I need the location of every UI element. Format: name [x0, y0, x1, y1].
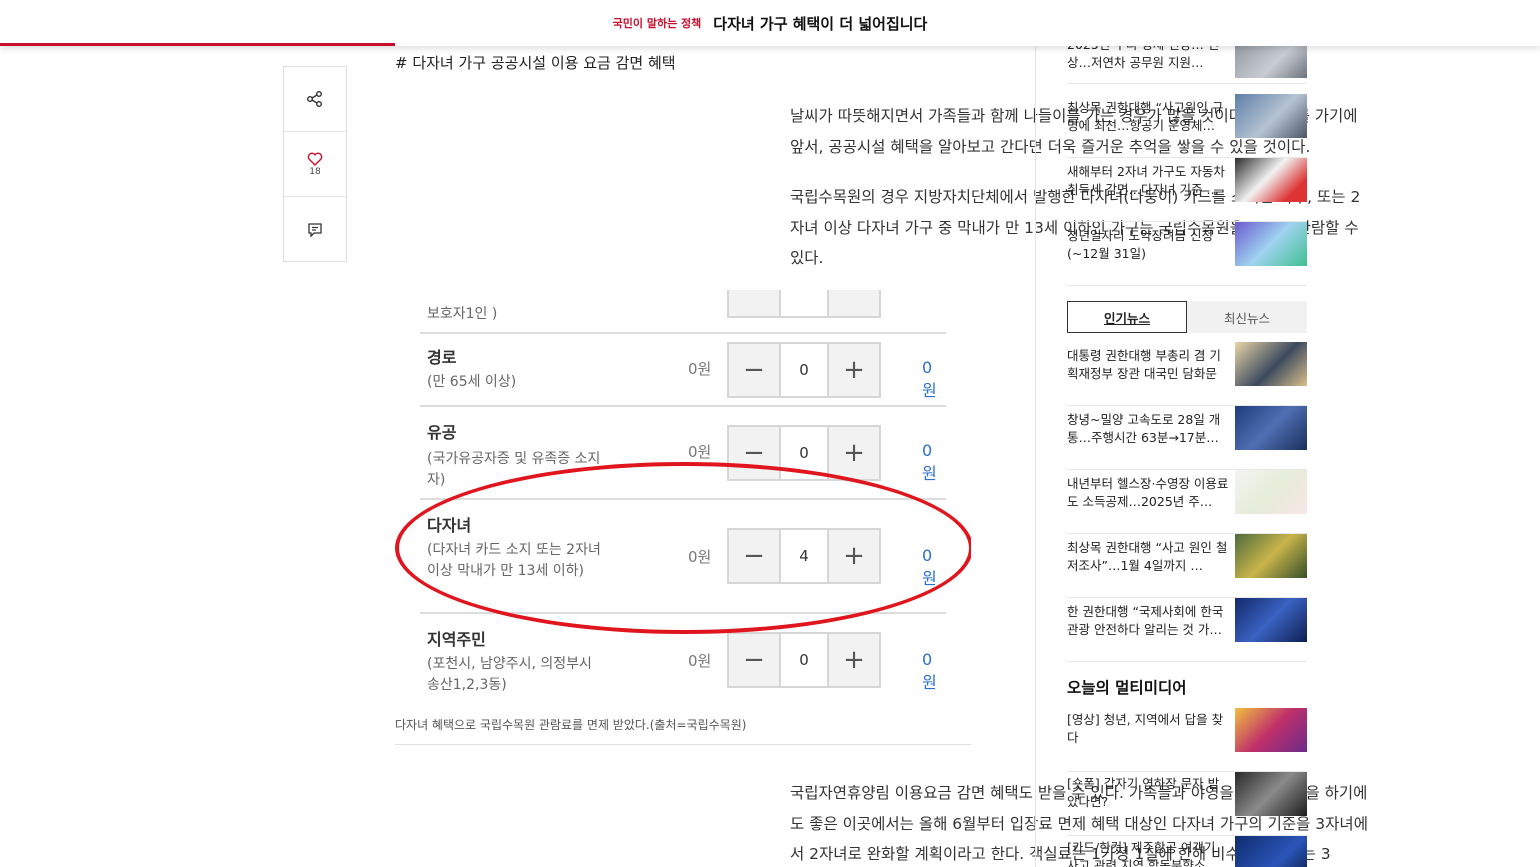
news-thumbnail	[1235, 94, 1307, 138]
row-price: 0원	[688, 652, 712, 670]
row-name: 지역주민	[427, 630, 486, 649]
quantity-value: 0	[779, 344, 829, 396]
ticket-row: 경로 (만 65세 이상) 0원 − 0 + 0원	[420, 334, 946, 407]
news-thumbnail	[1235, 470, 1307, 514]
sidebar-news-item[interactable]: 새해부터 2자녀 가구도 자동차 취득세 감면…다자녀 기준 …	[1067, 158, 1307, 222]
share-toolbar: 18	[283, 66, 347, 262]
row-desc: (다자녀 카드 소지 또는 2자녀 이상 막내가 만 13세 이하)	[427, 542, 601, 579]
quantity-stepper: − 4 +	[727, 528, 881, 584]
comment-icon	[308, 222, 322, 238]
ticket-row: 유공 (국가유공자증 및 유족증 소지자) 0원 − 0 + 0원	[420, 407, 946, 500]
multimedia-item[interactable]: [카드/한컷] 제주항공 여객기 사고 관련 지역 합동분향소 …	[1067, 836, 1307, 867]
like-count: 18	[309, 166, 321, 177]
quantity-value: 0	[779, 427, 829, 479]
news-title: 내년부터 헬스장·수영장 이용료도 소득공제…2025년 주…	[1067, 476, 1229, 509]
news-title: 창녕~밀양 고속도로 28일 개통…주행시간 63분→17분…	[1067, 412, 1221, 445]
media-thumbnail	[1235, 708, 1307, 752]
news-thumbnail	[1235, 158, 1307, 202]
popular-news-item[interactable]: 내년부터 헬스장·수영장 이용료도 소득공제…2025년 주…	[1067, 470, 1307, 534]
news-title: 한 권한대행 “국제사회에 한국 관광 안전하다 알리는 것 가…	[1067, 604, 1224, 637]
news-tabs: 인기뉴스 최신뉴스	[1067, 301, 1307, 333]
media-thumbnail	[1235, 836, 1307, 867]
minus-icon: −	[729, 634, 779, 686]
news-title: 최상목 권한대행 “사고 원인 철저조사”…1월 4일까지 …	[1067, 540, 1228, 573]
reading-progress-bar	[0, 43, 395, 46]
row-total: 0원	[922, 358, 937, 400]
tab-latest-news[interactable]: 최신뉴스	[1187, 301, 1307, 333]
quantity-value: 4	[779, 530, 829, 582]
article-figure: 보호자1인 ) 경로 (만 65세 이상) 0원 − 0 + 0원 유공 (국가…	[395, 290, 971, 710]
share-icon	[307, 91, 322, 107]
popular-news-item[interactable]: 한 권한대행 “국제사회에 한국 관광 안전하다 알리는 것 가…	[1067, 598, 1307, 662]
popular-news-item[interactable]: 최상목 권한대행 “사고 원인 철저조사”…1월 4일까지 …	[1067, 534, 1307, 598]
multimedia-title: 오늘의 멀티미디어	[1067, 679, 1187, 697]
row-desc: (국가유공자증 및 유족증 소지자)	[427, 451, 601, 488]
tab-popular-news[interactable]: 인기뉴스	[1067, 301, 1187, 333]
minus-icon: −	[729, 530, 779, 582]
sticky-header: 국민이 말하는 정책 다자녀 가구 혜택이 더 넓어집니다	[0, 0, 1540, 46]
quantity-value: 0	[779, 634, 829, 686]
quantity-stepper: − 0 +	[727, 425, 881, 481]
quantity-stepper: − 0 +	[727, 632, 881, 688]
news-title: 대통령 권한대행 부총리 겸 기획재정부 장관 대국민 담화문	[1067, 348, 1221, 381]
ticket-row-partial: 보호자1인 )	[420, 290, 946, 334]
row-name: 유공	[427, 423, 457, 442]
multimedia-item[interactable]: [영상] 청년, 지역에서 답을 찾다	[1067, 708, 1307, 772]
media-title: [카드/한컷] 제주항공 여객기 사고 관련 지역 합동분향소 …	[1067, 840, 1222, 867]
news-title: 청년일자리 도약장려금 신청 (~12월 31일)	[1067, 228, 1213, 261]
ticket-row: 지역주민 (포천시, 남양주시, 의정부시 송산1,2,3동) 0원 − 0 +…	[420, 614, 946, 710]
ticket-row-multichild: 다자녀 (다자녀 카드 소지 또는 2자녀 이상 막내가 만 13세 이하) 0…	[420, 500, 946, 614]
heart-icon	[307, 152, 323, 166]
minus-icon: −	[729, 427, 779, 479]
row-name: 경로	[427, 348, 457, 367]
row-total: 0원	[922, 650, 937, 692]
plus-icon: +	[829, 344, 879, 396]
news-title: 최상목 권한대행 “사고원인 규명에 최선…항공기 운영체…	[1067, 100, 1224, 133]
news-thumbnail	[1235, 342, 1307, 386]
column-divider	[1035, 46, 1036, 867]
row-desc: 보호자1인 )	[427, 306, 498, 322]
quantity-stepper	[727, 290, 881, 318]
plus-icon: +	[829, 530, 879, 582]
header-title: 다자녀 가구 혜택이 더 넓어집니다	[713, 14, 928, 33]
row-desc: (포천시, 남양주시, 의정부시 송산1,2,3동)	[427, 656, 592, 693]
news-thumbnail	[1235, 406, 1307, 450]
like-button[interactable]: 18	[284, 132, 346, 197]
divider	[395, 744, 971, 745]
share-button[interactable]	[284, 67, 346, 132]
row-price: 0원	[688, 443, 712, 461]
article-subheading: # 다자녀 가구 공공시설 이용 요금 감면 혜택	[395, 54, 676, 72]
row-desc: (만 65세 이상)	[427, 374, 517, 390]
plus-icon: +	[829, 634, 879, 686]
sidebar-news-item[interactable]: 청년일자리 도약장려금 신청 (~12월 31일)	[1067, 222, 1307, 286]
news-title: 새해부터 2자녀 가구도 자동차 취득세 감면…다자녀 기준 …	[1067, 164, 1225, 197]
multimedia-item[interactable]: [숏폼] 갑자기 연하장 문자 받았다면?	[1067, 772, 1307, 836]
quantity-stepper: − 0 +	[727, 342, 881, 398]
row-total: 0원	[922, 441, 937, 483]
row-total: 0원	[922, 546, 937, 588]
popular-news-item[interactable]: 창녕~밀양 고속도로 28일 개통…주행시간 63분→17분…	[1067, 406, 1307, 470]
minus-icon: −	[729, 344, 779, 396]
row-price: 0원	[688, 548, 712, 566]
media-title: [영상] 청년, 지역에서 답을 찾다	[1067, 712, 1224, 745]
row-name: 다자녀	[427, 516, 472, 535]
sidebar-news-item[interactable]: 최상목 권한대행 “사고원인 규명에 최선…항공기 운영체…	[1067, 94, 1307, 158]
row-price: 0원	[688, 360, 712, 378]
news-thumbnail	[1235, 598, 1307, 642]
popular-news-item[interactable]: 대통령 권한대행 부총리 겸 기획재정부 장관 대국민 담화문	[1067, 342, 1307, 406]
header-category[interactable]: 국민이 말하는 정책	[613, 15, 702, 31]
comment-button[interactable]	[284, 197, 346, 262]
news-thumbnail	[1235, 534, 1307, 578]
media-title: [숏폼] 갑자기 연하장 문자 받았다면?	[1067, 776, 1220, 809]
plus-icon: +	[829, 427, 879, 479]
news-thumbnail	[1235, 222, 1307, 266]
media-thumbnail	[1235, 772, 1307, 816]
figure-caption: 다자녀 혜택으로 국립수목원 관람료를 면제 받았다.(출처=국립수목원)	[395, 718, 747, 732]
